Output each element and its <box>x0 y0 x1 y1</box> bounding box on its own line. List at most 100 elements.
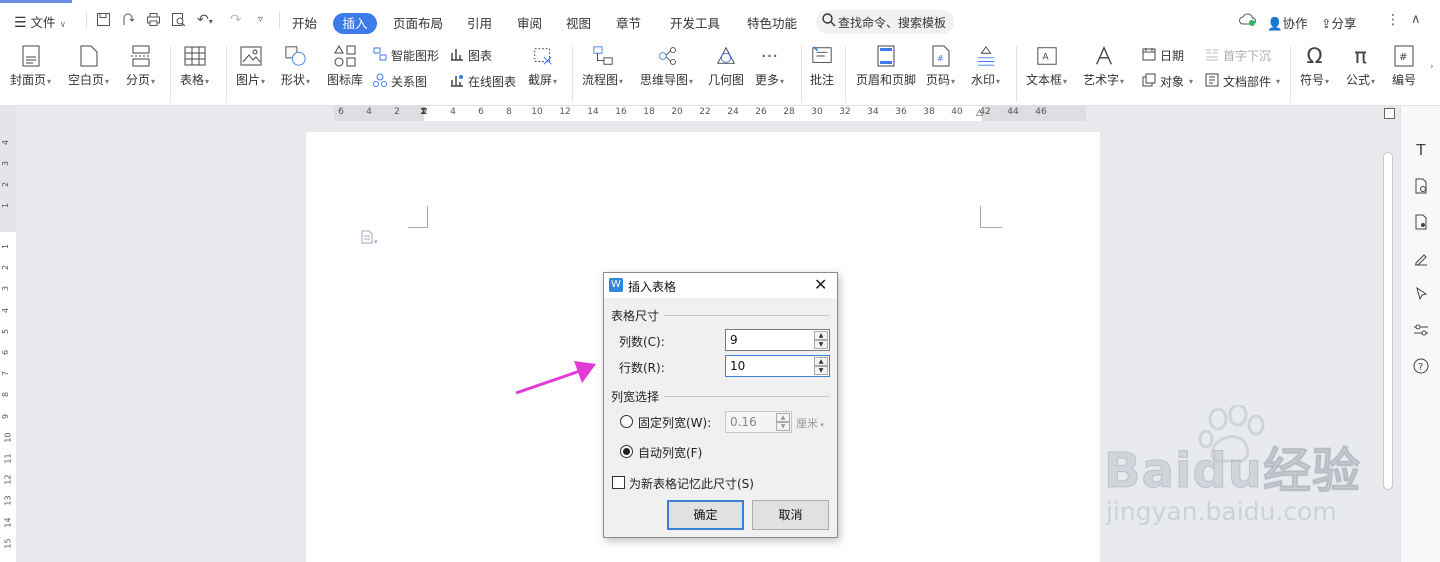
right-indent-marker-icon[interactable]: △ <box>976 108 983 118</box>
tab-review[interactable]: 审阅 <box>517 13 542 32</box>
ruler-tick-label: 3 <box>1 160 11 167</box>
document-info-icon[interactable] <box>1411 176 1431 196</box>
document-settings-icon[interactable] <box>1411 212 1431 232</box>
smart-art-button[interactable]: 智能图形 <box>373 47 439 64</box>
print-preview-icon[interactable] <box>171 12 186 31</box>
command-search-box[interactable]: 查找命令、搜索模板 <box>816 10 954 34</box>
vertical-ruler[interactable]: 4 3 2 1 1 2 3 4 5 6 7 8 9 10 11 12 13 14 15 <box>0 106 16 562</box>
tab-chapter[interactable]: 章节 <box>616 13 641 32</box>
ribbon-scroll-icon[interactable]: › <box>1430 62 1434 72</box>
object-button[interactable]: 对象 ▾ <box>1142 73 1193 90</box>
more-options-icon[interactable]: ⋮ <box>1386 12 1400 28</box>
collapse-ribbon-icon[interactable]: ∧ <box>1411 12 1421 28</box>
file-menu[interactable]: ☰ 文件 ∨ <box>14 12 66 31</box>
mindmap-button[interactable]: 思维导图▾ <box>640 45 693 88</box>
page-break-button[interactable]: 分页▾ <box>126 45 155 88</box>
pen-icon[interactable] <box>1411 248 1431 268</box>
rows-decrement-button[interactable]: ▼ <box>814 366 828 375</box>
sliders-icon[interactable] <box>1411 320 1431 340</box>
comment-button[interactable]: 批注 <box>810 45 834 88</box>
undo-icon[interactable]: ↶▾ <box>197 12 213 30</box>
shape-button[interactable]: 形状▾ <box>281 45 310 88</box>
tab-home[interactable]: 开始 <box>292 13 317 32</box>
margin-corner-top-right <box>980 206 1002 228</box>
paragraph-options-icon[interactable]: ▾ <box>360 230 378 247</box>
scrollbar-thumb[interactable] <box>1383 152 1393 490</box>
cloud-sync-icon[interactable] <box>1239 12 1257 31</box>
table-button[interactable]: 表格▾ <box>180 45 209 88</box>
drop-cap-button[interactable]: 首字下沉 <box>1205 47 1271 64</box>
divider <box>572 46 573 102</box>
flowchart-button[interactable]: 流程图▾ <box>582 45 623 88</box>
ok-button[interactable]: 确定 <box>667 500 744 530</box>
columns-increment-button[interactable]: ▲ <box>814 331 828 340</box>
columns-stepper[interactable]: 9 ▲ ▼ <box>725 329 830 351</box>
rows-stepper[interactable]: 10 ▲ ▼ <box>725 355 830 377</box>
horizontal-ruler[interactable]: 6 4 2 2 4 6 8 10 12 14 16 18 20 22 24 26 28 30 32 34 36 38 40 4… <box>334 106 1086 121</box>
tab-special-features[interactable]: 特色功能 <box>747 13 797 32</box>
numbering-button[interactable]: # 编号 <box>1392 45 1416 88</box>
ruler-tick-label: 6 <box>338 107 344 117</box>
blank-page-button[interactable]: 空白页▾ <box>68 45 109 88</box>
symbol-button[interactable]: Ω 符号▾ <box>1300 44 1329 88</box>
auto-width-radio[interactable] <box>620 445 633 458</box>
cursor-icon[interactable] <box>1411 284 1431 304</box>
geometry-button[interactable]: 几何图 <box>708 45 744 88</box>
page-number-button[interactable]: # 页码▾ <box>926 45 955 88</box>
svg-text:?: ? <box>1418 362 1423 373</box>
textbox-button[interactable]: A 文本框▾ <box>1026 45 1067 88</box>
columns-decrement-button[interactable]: ▼ <box>814 340 828 349</box>
picture-button[interactable]: 图片▾ <box>236 45 265 88</box>
ruler-tick-label: 2 <box>1 181 11 188</box>
group-divider <box>664 315 829 316</box>
fixed-width-increment-button[interactable]: ▲ <box>776 413 790 422</box>
tab-references[interactable]: 引用 <box>467 13 492 32</box>
close-icon[interactable]: ✕ <box>814 275 827 294</box>
dialog-title-bar[interactable]: W 插入表格 ✕ <box>604 273 837 298</box>
divider <box>801 46 802 102</box>
save-icon[interactable] <box>96 12 111 31</box>
cover-page-button[interactable]: 封面页▾ <box>10 45 51 88</box>
tab-developer[interactable]: 开发工具 <box>670 13 720 32</box>
collaborate-button[interactable]: 👤协作 <box>1267 13 1308 32</box>
help-icon[interactable]: ? <box>1411 356 1431 376</box>
formula-button[interactable]: π 公式▾ <box>1346 44 1375 88</box>
date-button[interactable]: 日期 <box>1142 47 1184 64</box>
screenshot-button[interactable]: 截屏▾ <box>528 45 557 88</box>
icon-library-button[interactable]: 图标库 <box>327 45 363 88</box>
rows-increment-button[interactable]: ▲ <box>814 357 828 366</box>
redo-icon[interactable]: ↷ <box>230 12 242 28</box>
cancel-button[interactable]: 取消 <box>752 500 829 530</box>
online-chart-button[interactable]: 在线图表 <box>450 73 516 90</box>
watermark-button[interactable]: 水印▾ <box>971 45 1000 88</box>
ruler-toggle-icon[interactable] <box>1384 108 1395 119</box>
ruler-tick-label: 8 <box>506 107 512 117</box>
export-icon[interactable] <box>121 12 136 31</box>
unit-select[interactable]: 厘米 ▾ <box>796 415 824 431</box>
watermark-icon <box>975 45 997 67</box>
document-parts-button[interactable]: 文档部件 ▾ <box>1205 73 1280 90</box>
tab-page-layout[interactable]: 页面布局 <box>393 13 443 32</box>
wordart-button[interactable]: 艺术字▾ <box>1083 45 1124 88</box>
fixed-width-stepper[interactable]: 0.16 ▲ ▼ <box>725 411 792 433</box>
screenshot-icon <box>532 45 554 67</box>
text-style-icon[interactable]: T <box>1411 140 1431 160</box>
relation-chart-button[interactable]: 关系图 <box>373 73 427 90</box>
header-footer-button[interactable]: 页眉和页脚 <box>856 45 916 88</box>
fixed-width-radio[interactable] <box>620 415 633 428</box>
quick-access-more-icon[interactable]: ▿ <box>258 12 263 28</box>
chart-button[interactable]: 图表 <box>450 47 492 64</box>
more-label: 更多 <box>755 73 780 87</box>
tab-view[interactable]: 视图 <box>566 13 591 32</box>
indent-marker-icon[interactable]: ⧗ <box>420 106 427 117</box>
group-divider <box>664 396 829 397</box>
auto-width-label: 自动列宽(F) <box>638 446 703 460</box>
ruler-tick-label: 4 <box>1 307 11 313</box>
more-button[interactable]: ··· 更多▾ <box>755 45 784 88</box>
fixed-width-decrement-button[interactable]: ▼ <box>776 422 790 431</box>
remember-size-checkbox[interactable] <box>612 476 625 489</box>
column-width-group-label: 列宽选择 <box>611 390 660 404</box>
print-icon[interactable] <box>146 12 161 31</box>
share-button[interactable]: ⇪分享 <box>1321 13 1357 32</box>
tab-insert[interactable]: 插入 <box>333 13 377 34</box>
